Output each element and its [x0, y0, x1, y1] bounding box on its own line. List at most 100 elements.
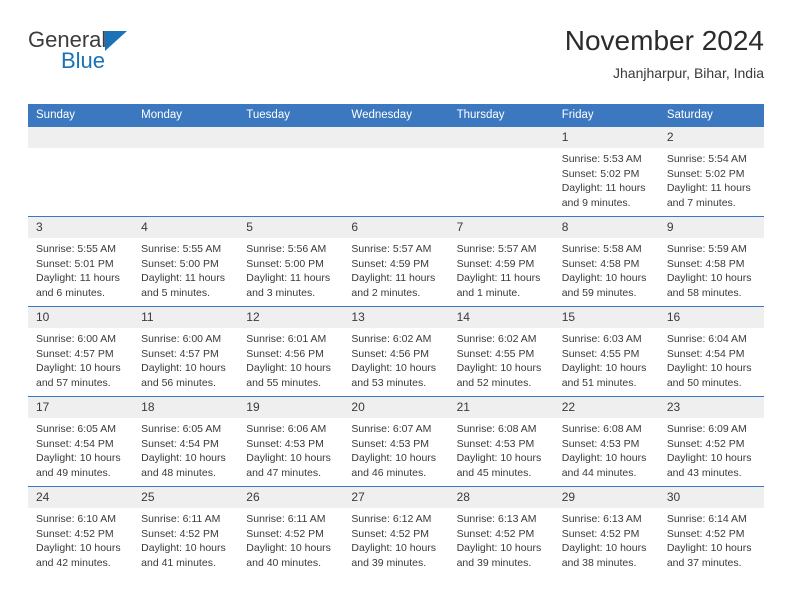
calendar-cell-empty [28, 126, 134, 217]
calendar-day-cell[interactable]: 29 Sunrise: 6:13 AM Sunset: 4:52 PM Dayligh… [553, 486, 659, 576]
sunrise-text: Sunrise: 6:04 AM [666, 333, 747, 345]
calendar-day-cell[interactable]: 8 Sunrise: 5:58 AM Sunset: 4:58 PM Daylight… [553, 216, 659, 307]
weekday-header-monday: Monday [133, 104, 239, 127]
day-number: 11 [133, 307, 239, 328]
daylight-text: Daylight: 10 hours and 42 minutes. [36, 542, 121, 569]
calendar-day-cell[interactable]: 9 Sunrise: 5:59 AM Sunset: 4:58 PM Daylight… [658, 216, 764, 307]
daylight-text: Daylight: 10 hours and 46 minutes. [351, 452, 437, 479]
day-number: 29 [553, 487, 659, 508]
calendar-day-cell[interactable]: 1 Sunrise: 5:53 AM Sunset: 5:02 PM Daylight… [553, 126, 659, 217]
day-number: 2 [658, 127, 764, 148]
calendar-day-cell[interactable]: 7 Sunrise: 5:57 AM Sunset: 4:59 PM Daylight… [448, 216, 554, 307]
sunrise-text: Sunrise: 5:55 AM [36, 243, 116, 255]
calendar-day-cell[interactable]: 27 Sunrise: 6:12 AM Sunset: 4:52 PM Dayligh… [343, 486, 449, 576]
sunrise-text: Sunrise: 6:05 AM [141, 423, 222, 435]
day-number: 8 [553, 217, 659, 238]
daylight-text: Daylight: 11 hours and 2 minutes. [351, 272, 436, 299]
sunset-text: Sunset: 4:55 PM [561, 347, 640, 360]
calendar-day-cell[interactable]: 25 Sunrise: 6:11 AM Sunset: 4:52 PM Dayligh… [133, 486, 239, 576]
brand-logo[interactable]: General Blue [28, 28, 178, 86]
sunset-text: Sunset: 4:52 PM [666, 527, 745, 540]
sunrise-text: Sunrise: 6:09 AM [666, 423, 747, 435]
calendar-day-cell[interactable]: 14 Sunrise: 6:02 AM Sunset: 4:55 PM Dayligh… [448, 306, 554, 397]
sunset-text: Sunset: 5:00 PM [246, 257, 324, 270]
sunset-text: Sunset: 4:59 PM [351, 257, 430, 270]
daylight-text: Daylight: 10 hours and 44 minutes. [561, 452, 647, 479]
calendar-day-cell[interactable]: 2 Sunrise: 5:54 AM Sunset: 5:02 PM Daylight… [658, 126, 764, 217]
calendar-day-cell[interactable]: 17 Sunrise: 6:05 AM Sunset: 4:54 PM Dayligh… [28, 396, 134, 487]
sunset-text: Sunset: 4:59 PM [456, 257, 535, 270]
sunset-text: Sunset: 4:58 PM [666, 257, 745, 270]
calendar-day-cell[interactable]: 18 Sunrise: 6:05 AM Sunset: 4:54 PM Dayligh… [133, 396, 239, 487]
sunrise-text: Sunrise: 6:06 AM [246, 423, 327, 435]
day-number [238, 127, 344, 148]
day-details: Sunrise: 6:02 AM Sunset: 4:56 PM Daylight:… [343, 328, 448, 390]
calendar-day-cell[interactable]: 11 Sunrise: 6:00 AM Sunset: 4:57 PM Dayligh… [133, 306, 239, 397]
day-details: Sunrise: 6:10 AM Sunset: 4:52 PM Daylight:… [28, 508, 133, 570]
calendar-day-cell[interactable]: 12 Sunrise: 6:01 AM Sunset: 4:56 PM Dayligh… [238, 306, 344, 397]
day-details: Sunrise: 6:09 AM Sunset: 4:52 PM Daylight:… [659, 418, 764, 480]
day-details: Sunrise: 6:04 AM Sunset: 4:54 PM Daylight:… [659, 328, 764, 390]
calendar-day-cell[interactable]: 23 Sunrise: 6:09 AM Sunset: 4:52 PM Dayligh… [658, 396, 764, 487]
daylight-text: Daylight: 11 hours and 7 minutes. [666, 182, 751, 209]
calendar-day-cell[interactable]: 16 Sunrise: 6:04 AM Sunset: 4:54 PM Dayligh… [658, 306, 764, 397]
day-number: 17 [28, 397, 134, 418]
calendar-week-row: 1 Sunrise: 5:53 AM Sunset: 5:02 PM Daylight… [28, 126, 764, 217]
day-details: Sunrise: 6:05 AM Sunset: 4:54 PM Daylight:… [28, 418, 133, 480]
calendar-day-cell[interactable]: 10 Sunrise: 6:00 AM Sunset: 4:57 PM Dayligh… [28, 306, 134, 397]
calendar-day-cell[interactable]: 3 Sunrise: 5:55 AM Sunset: 5:01 PM Daylight… [28, 216, 134, 307]
calendar-day-cell[interactable]: 15 Sunrise: 6:03 AM Sunset: 4:55 PM Dayligh… [553, 306, 659, 397]
calendar-day-cell[interactable]: 21 Sunrise: 6:08 AM Sunset: 4:53 PM Dayligh… [448, 396, 554, 487]
sunrise-text: Sunrise: 5:54 AM [666, 153, 747, 165]
day-number: 13 [343, 307, 449, 328]
sunrise-text: Sunrise: 6:13 AM [561, 513, 642, 525]
day-details: Sunrise: 6:11 AM Sunset: 4:52 PM Daylight:… [238, 508, 343, 570]
daylight-text: Daylight: 10 hours and 57 minutes. [36, 362, 121, 389]
sunset-text: Sunset: 4:52 PM [351, 527, 430, 540]
sunrise-text: Sunrise: 5:59 AM [666, 243, 747, 255]
sunrise-text: Sunrise: 6:05 AM [36, 423, 116, 435]
calendar-day-cell[interactable]: 26 Sunrise: 6:11 AM Sunset: 4:52 PM Dayligh… [238, 486, 344, 576]
calendar-day-cell[interactable]: 4 Sunrise: 5:55 AM Sunset: 5:00 PM Daylight… [133, 216, 239, 307]
calendar-day-cell[interactable]: 30 Sunrise: 6:14 AM Sunset: 4:52 PM Dayligh… [658, 486, 764, 576]
daylight-text: Daylight: 10 hours and 40 minutes. [246, 542, 331, 569]
sunset-text: Sunset: 4:54 PM [666, 347, 745, 360]
day-number: 24 [28, 487, 134, 508]
day-number [448, 127, 554, 148]
calendar-day-cell[interactable]: 22 Sunrise: 6:08 AM Sunset: 4:53 PM Dayligh… [553, 396, 659, 487]
calendar-day-cell[interactable]: 5 Sunrise: 5:56 AM Sunset: 5:00 PM Daylight… [238, 216, 344, 307]
calendar-day-cell[interactable]: 19 Sunrise: 6:06 AM Sunset: 4:53 PM Dayligh… [238, 396, 344, 487]
calendar-day-cell[interactable]: 20 Sunrise: 6:07 AM Sunset: 4:53 PM Dayligh… [343, 396, 449, 487]
calendar-week-row: 10 Sunrise: 6:00 AM Sunset: 4:57 PM Dayligh… [28, 306, 764, 397]
daylight-text: Daylight: 10 hours and 51 minutes. [561, 362, 647, 389]
sunrise-text: Sunrise: 5:56 AM [246, 243, 327, 255]
weekday-header-tuesday: Tuesday [238, 104, 344, 127]
page-subtitle: Jhanjharpur, Bihar, India [613, 65, 764, 81]
calendar-day-cell[interactable]: 28 Sunrise: 6:13 AM Sunset: 4:52 PM Dayligh… [448, 486, 554, 576]
sunset-text: Sunset: 5:02 PM [561, 167, 640, 180]
calendar-day-cell[interactable]: 13 Sunrise: 6:02 AM Sunset: 4:56 PM Dayligh… [343, 306, 449, 397]
day-details [343, 148, 448, 152]
sunrise-text: Sunrise: 6:02 AM [456, 333, 537, 345]
sunset-text: Sunset: 5:00 PM [141, 257, 219, 270]
sunrise-text: Sunrise: 6:10 AM [36, 513, 116, 525]
sunset-text: Sunset: 4:52 PM [36, 527, 114, 540]
day-number: 26 [238, 487, 344, 508]
daylight-text: Daylight: 10 hours and 59 minutes. [561, 272, 647, 299]
sunset-text: Sunset: 4:53 PM [246, 437, 324, 450]
sunset-text: Sunset: 4:53 PM [351, 437, 430, 450]
daylight-text: Daylight: 10 hours and 52 minutes. [456, 362, 542, 389]
calendar-day-cell[interactable]: 6 Sunrise: 5:57 AM Sunset: 4:59 PM Daylight… [343, 216, 449, 307]
day-details: Sunrise: 5:59 AM Sunset: 4:58 PM Daylight:… [659, 238, 764, 300]
daylight-text: Daylight: 10 hours and 39 minutes. [351, 542, 437, 569]
daylight-text: Daylight: 10 hours and 39 minutes. [456, 542, 542, 569]
sunrise-text: Sunrise: 6:08 AM [561, 423, 642, 435]
page-header: General Blue November 2024 Jhanjharpur, … [28, 25, 764, 90]
daylight-text: Daylight: 10 hours and 53 minutes. [351, 362, 437, 389]
day-details: Sunrise: 5:53 AM Sunset: 5:02 PM Daylight:… [554, 148, 659, 210]
daylight-text: Daylight: 10 hours and 41 minutes. [141, 542, 226, 569]
sunset-text: Sunset: 4:52 PM [666, 437, 745, 450]
page-title: November 2024 [564, 25, 764, 56]
calendar-day-cell[interactable]: 24 Sunrise: 6:10 AM Sunset: 4:52 PM Dayligh… [28, 486, 134, 576]
day-details: Sunrise: 5:55 AM Sunset: 5:01 PM Daylight:… [28, 238, 133, 300]
